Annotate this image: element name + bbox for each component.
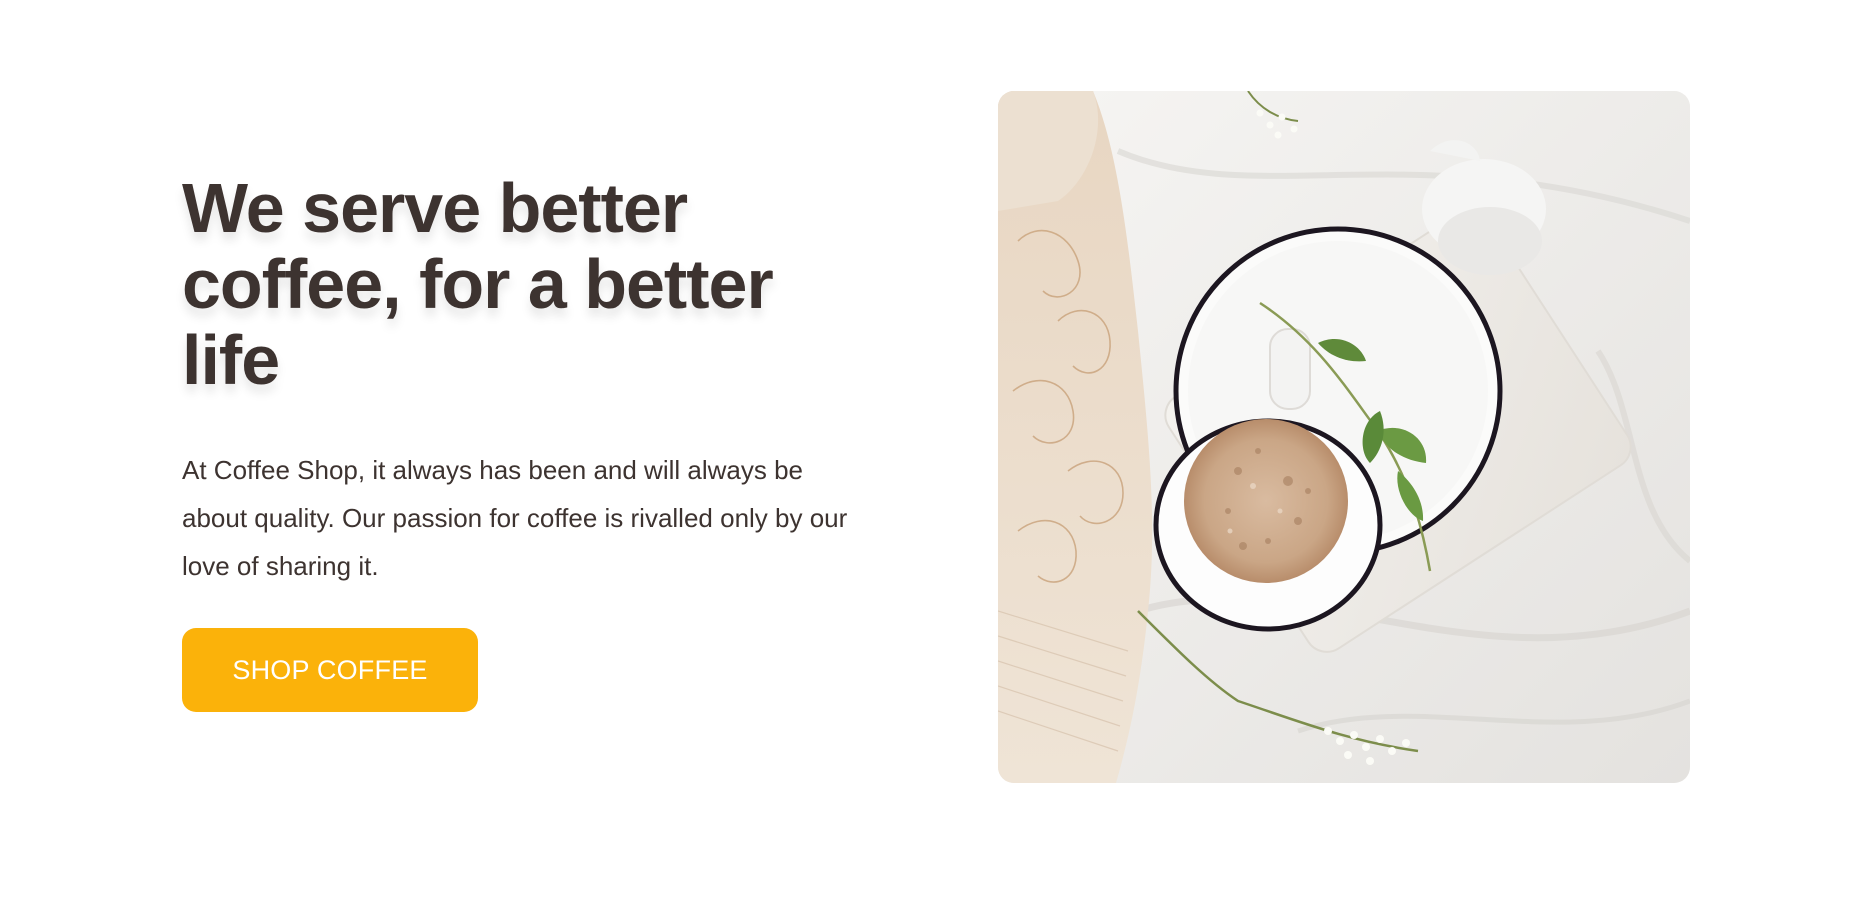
hero-headline: We serve better coffee, for a better lif… — [182, 169, 774, 399]
hero-coffee-image — [998, 91, 1690, 783]
hero-section: We serve better coffee, for a better lif… — [0, 0, 1870, 918]
shop-coffee-button[interactable]: SHOP COFFEE — [182, 628, 478, 712]
hero-text-column: We serve better coffee, for a better lif… — [182, 170, 902, 712]
hero-description: At Coffee Shop, it always has been and w… — [182, 455, 848, 581]
